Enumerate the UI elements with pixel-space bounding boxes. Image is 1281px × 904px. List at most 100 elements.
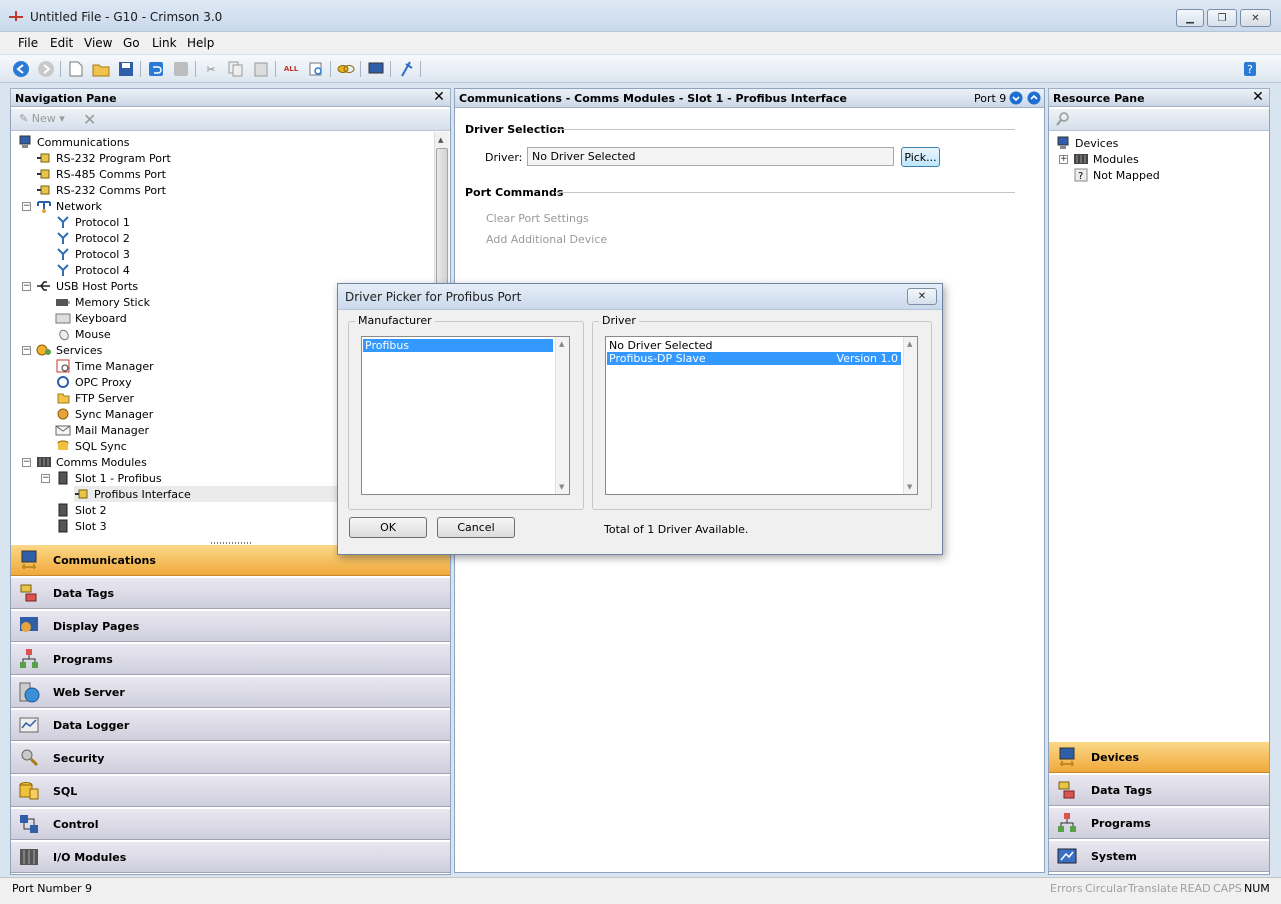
tree-item[interactable]: Network [36,198,102,214]
help-button[interactable]: ? [1243,60,1261,78]
tree-item[interactable]: Memory Stick [55,294,150,310]
tree-item[interactable]: Mail Manager [55,422,149,438]
dialog-close-button[interactable]: ✕ [907,288,937,305]
clear-port-settings-link[interactable]: Clear Port Settings [486,212,589,225]
tree-item[interactable]: OPC Proxy [55,374,132,390]
scroll-up-icon[interactable]: ▲ [907,340,912,348]
tree-expander[interactable]: + [1059,155,1068,164]
category-programs[interactable]: Programs [1049,807,1269,839]
category-i-o-modules[interactable]: I/O Modules [11,841,450,873]
tree-expander[interactable]: − [41,474,50,483]
close-window-button[interactable]: ✕ [1240,9,1271,27]
save-button[interactable] [117,60,135,78]
menu-edit[interactable]: Edit [50,36,73,50]
undo-button[interactable] [147,60,165,78]
navigation-close-button[interactable]: ✕ [432,90,446,104]
tree-item[interactable]: RS-232 Program Port [36,150,171,166]
scroll-up-icon[interactable]: ▲ [438,136,443,144]
tree-expander[interactable]: − [22,346,31,355]
forward-button[interactable] [37,60,55,78]
copy-button[interactable] [227,60,245,78]
tree-item[interactable]: Slot 2 [55,502,107,518]
new-item-button[interactable]: ✎ New ▾ [19,112,65,125]
add-additional-device-link[interactable]: Add Additional Device [486,233,607,246]
manufacturer-scrollbar[interactable]: ▲ ▼ [555,337,569,494]
tree-item[interactable]: RS-232 Comms Port [36,182,166,198]
category-sql[interactable]: SQL [11,775,450,807]
tree-item[interactable]: USB Host Ports [36,278,138,294]
tree-item[interactable]: Modules [1073,151,1139,167]
category-control[interactable]: Control [11,808,450,840]
scroll-down-icon[interactable]: ▼ [907,483,912,491]
spell-check-button[interactable]: ALL [282,60,300,78]
tree-item[interactable]: Profibus Interface [74,486,374,502]
paste-button[interactable] [252,60,270,78]
driver-item[interactable]: No Driver Selected [607,339,901,352]
tree-expander[interactable]: − [22,282,31,291]
open-button[interactable] [92,60,110,78]
tree-item[interactable]: RS-485 Comms Port [36,166,166,182]
redo-button[interactable] [172,60,190,78]
tree-expander[interactable]: − [22,458,31,467]
driver-scrollbar[interactable]: ▲ ▼ [903,337,917,494]
tree-expander[interactable]: − [22,202,31,211]
category-security[interactable]: Security [11,742,450,774]
tree-item[interactable]: Devices [1055,135,1118,151]
category-system[interactable]: System [1049,840,1269,872]
tree-item[interactable]: ? Not Mapped [1073,167,1160,183]
resource-close-button[interactable]: ✕ [1251,90,1265,104]
scroll-down-icon[interactable]: ▼ [559,483,564,491]
menu-file[interactable]: File [18,36,38,50]
scroll-up-icon[interactable]: ▲ [559,340,564,348]
maximize-button[interactable]: ❐ [1207,9,1237,27]
menu-go[interactable]: Go [123,36,140,50]
tree-item[interactable]: Time Manager [55,358,154,374]
manufacturer-item[interactable]: Profibus [363,339,553,352]
tree-item[interactable]: Protocol 1 [55,214,130,230]
scroll-thumb[interactable] [436,148,448,288]
back-button[interactable] [12,60,30,78]
tree-item-label: OPC Proxy [75,375,132,389]
tree-item[interactable]: Slot 3 [55,518,107,534]
display-button[interactable] [367,60,385,78]
category-programs[interactable]: Programs [11,643,450,675]
tree-item[interactable]: FTP Server [55,390,134,406]
driver-item[interactable]: Profibus-DP Slave Version 1.0 [607,352,901,365]
next-port-button[interactable] [1009,91,1023,108]
delete-item-button[interactable]: ✕ [83,110,96,129]
tree-item[interactable]: Protocol 4 [55,262,130,278]
cut-button[interactable]: ✂ [202,60,220,78]
tree-item[interactable]: SQL Sync [55,438,127,454]
cancel-button[interactable]: Cancel [437,517,515,538]
link-button[interactable] [337,60,355,78]
tree-item[interactable]: Communications [17,134,129,150]
pick-driver-button[interactable]: Pick... [901,147,940,167]
menu-link[interactable]: Link [152,36,177,50]
tree-item[interactable]: Mouse [55,326,111,342]
category-devices[interactable]: Devices [1049,741,1269,773]
previous-port-button[interactable] [1027,91,1041,108]
tree-item[interactable]: Comms Modules [36,454,147,470]
category-data-tags[interactable]: Data Tags [11,577,450,609]
tree-item[interactable]: Protocol 2 [55,230,130,246]
category-label: Data Logger [53,718,130,732]
category-data-logger[interactable]: Data Logger [11,709,450,741]
category-data-tags[interactable]: Data Tags [1049,774,1269,806]
ok-button[interactable]: OK [349,517,427,538]
driver-list[interactable]: No Driver Selected Profibus-DP Slave Ver… [605,336,918,495]
minimize-button[interactable]: ▁ [1176,9,1204,27]
tree-item[interactable]: Keyboard [55,310,127,326]
menu-help[interactable]: Help [187,36,214,50]
find-button[interactable] [307,60,325,78]
resource-search-button[interactable] [1055,111,1071,130]
tree-item[interactable]: Slot 1 - Profibus [55,470,162,486]
tree-item[interactable]: Protocol 3 [55,246,130,262]
tree-item[interactable]: Sync Manager [55,406,153,422]
category-display-pages[interactable]: Display Pages [11,610,450,642]
category-web-server[interactable]: Web Server [11,676,450,708]
send-button[interactable] [397,60,415,78]
new-file-button[interactable] [67,60,85,78]
menu-view[interactable]: View [84,36,112,50]
manufacturer-list[interactable]: Profibus ▲ ▼ [361,336,570,495]
tree-item[interactable]: Services [36,342,102,358]
